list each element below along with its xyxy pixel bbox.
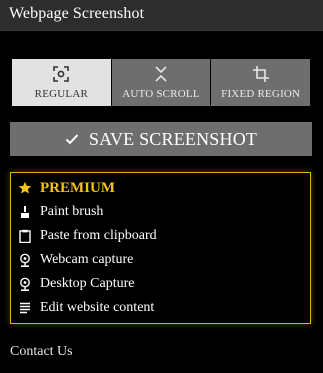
save-screenshot-label: SAVE SCREENSHOT [88, 128, 258, 149]
mode-auto-scroll-label: AUTO SCROLL [122, 87, 200, 100]
save-screenshot-button[interactable]: SAVE SCREENSHOT [10, 122, 312, 156]
feature-label: Paint brush [40, 204, 104, 219]
check-icon [65, 134, 79, 145]
mode-fixed-region-label: FIXED REGION [221, 87, 301, 100]
feature-desktop-capture[interactable]: Desktop Capture [18, 274, 134, 294]
star-icon [18, 181, 32, 195]
feature-webcam-capture[interactable]: Webcam capture [18, 250, 133, 270]
extension-popup: Webpage Screenshot REGULAR AUTO SCROLL F… [0, 0, 323, 373]
capture-mode-selector: REGULAR AUTO SCROLL FIXED REGION [12, 59, 311, 106]
mode-fixed-region-button[interactable]: FIXED REGION [211, 59, 311, 106]
crop-icon [252, 65, 269, 82]
mode-regular-button[interactable]: REGULAR [12, 59, 111, 106]
feature-edit-website[interactable]: Edit website content [18, 298, 154, 318]
feature-label: Paste from clipboard [40, 228, 157, 243]
webcam-icon [18, 253, 32, 267]
app-title: Webpage Screenshot [9, 5, 145, 22]
feature-label: Desktop Capture [40, 276, 135, 291]
contact-us-link[interactable]: Contact Us [10, 344, 73, 360]
premium-header[interactable]: PREMIUM [18, 178, 115, 198]
mode-auto-scroll-button[interactable]: AUTO SCROLL [111, 59, 211, 106]
feature-label: Edit website content [40, 300, 155, 315]
feature-paint-brush[interactable]: Paint brush [18, 202, 103, 222]
regular-capture-icon [53, 65, 70, 82]
premium-panel: PREMIUM Paint brush Paste from clipboard… [10, 172, 311, 324]
clipboard-icon [18, 229, 32, 243]
brush-icon [18, 205, 32, 219]
mode-regular-label: REGULAR [34, 87, 89, 100]
feature-label: Webcam capture [40, 252, 134, 267]
premium-title: PREMIUM [40, 179, 115, 196]
auto-scroll-icon [155, 65, 167, 82]
edit-lines-icon [18, 301, 32, 315]
feature-paste-clipboard[interactable]: Paste from clipboard [18, 226, 157, 246]
header-bar: Webpage Screenshot [0, 0, 323, 31]
webcam-icon [18, 277, 32, 291]
